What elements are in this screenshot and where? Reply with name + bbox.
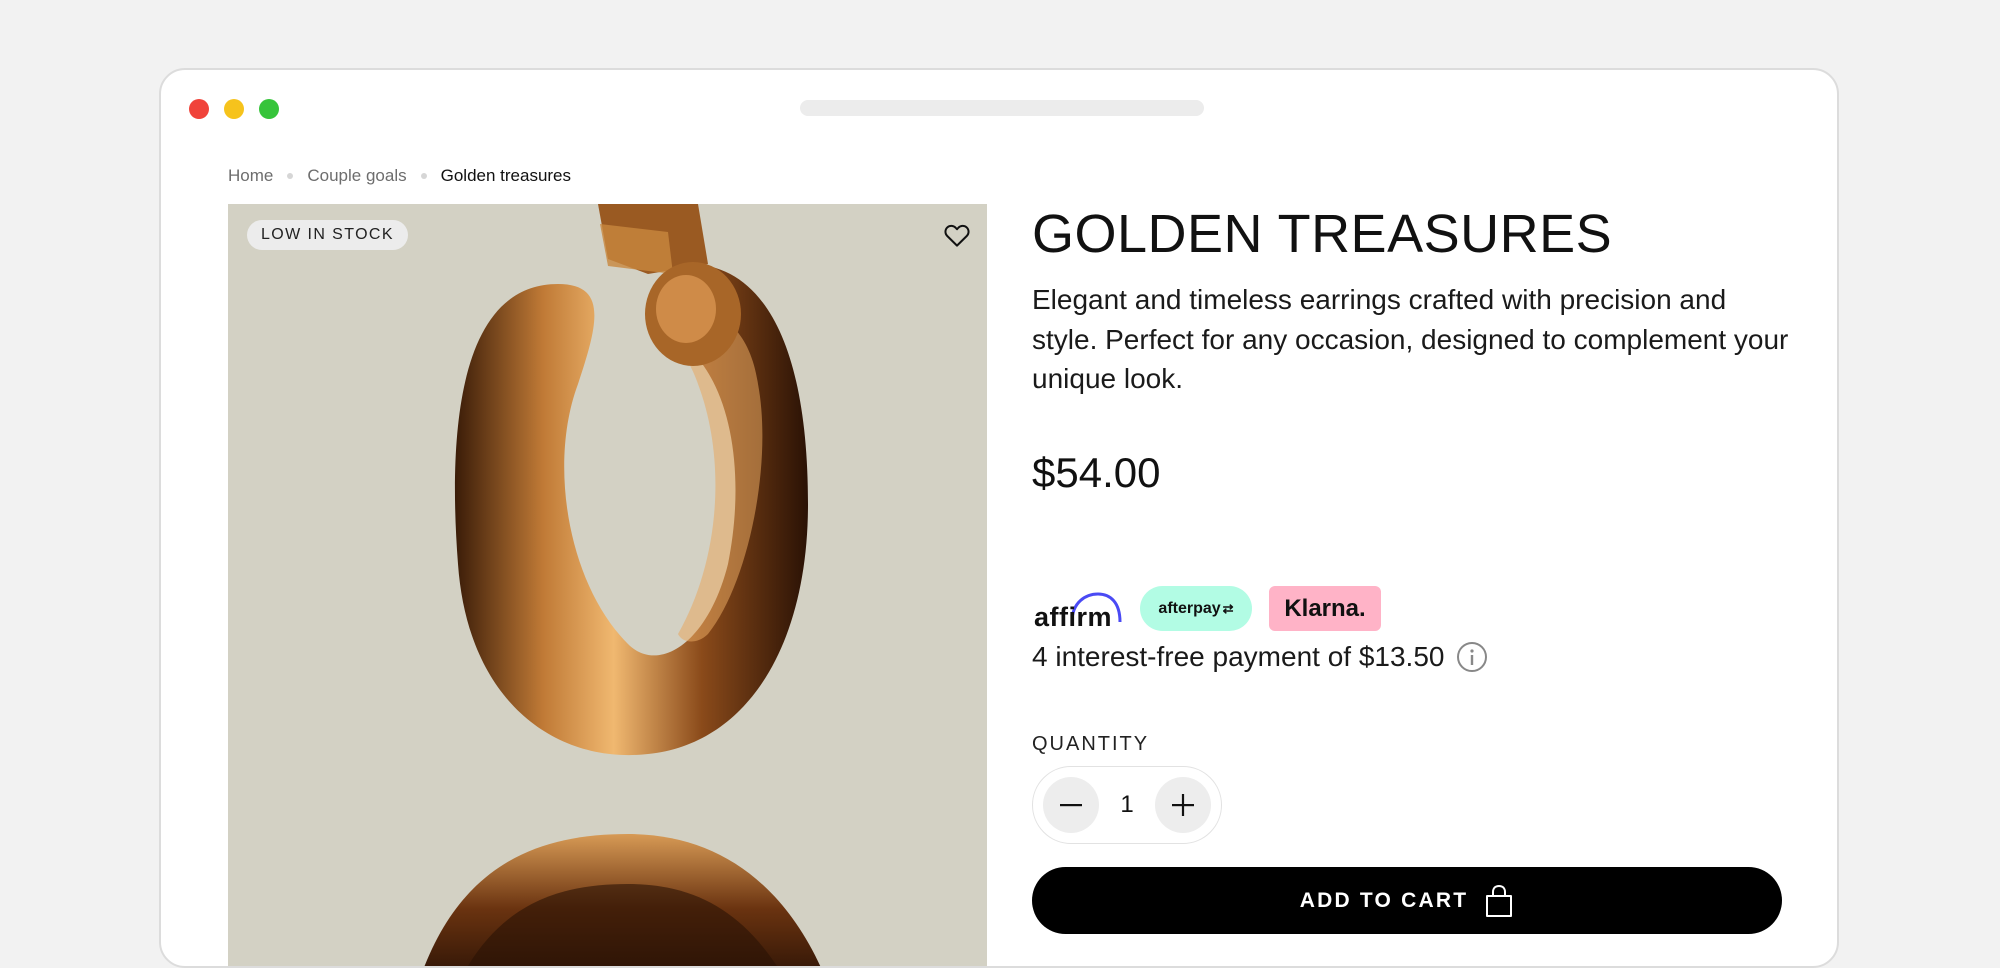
product-info: GOLDEN TREASURES Elegant and timeless ea… (1032, 200, 1792, 934)
payment-providers: affirm afterpay ⇄ Klarna. (1032, 586, 1381, 632)
quantity-label: QUANTITY (1032, 733, 1150, 755)
earring-image (424, 204, 821, 966)
breadcrumb-separator (420, 173, 427, 179)
stock-badge: LOW IN STOCK (247, 220, 408, 250)
product-price: $54.00 (1032, 448, 1161, 496)
heart-icon[interactable] (942, 220, 972, 250)
close-window-dot[interactable] (189, 99, 209, 119)
minus-icon (1060, 804, 1082, 807)
add-to-cart-button[interactable]: ADD TO CART (1032, 867, 1782, 934)
product-title: GOLDEN TREASURES (1032, 204, 1613, 264)
address-bar[interactable] (800, 100, 1204, 116)
quantity-value[interactable]: 1 (1120, 791, 1133, 819)
breadcrumb-separator (287, 173, 294, 179)
afterpay-arrows-icon: ⇄ (1222, 600, 1234, 616)
klarna-label: Klarna. (1284, 594, 1366, 622)
browser-window: Home Couple goals Golden treasures LOW I… (159, 68, 1839, 968)
minimize-window-dot[interactable] (224, 99, 244, 119)
breadcrumb-home[interactable]: Home (228, 166, 273, 186)
maximize-window-dot[interactable] (259, 99, 279, 119)
installment-info: 4 interest-free payment of $13.50 (1032, 641, 1488, 673)
installment-text: 4 interest-free payment of $13.50 (1032, 641, 1445, 672)
add-to-cart-label: ADD TO CART (1299, 888, 1469, 912)
info-icon[interactable] (1456, 641, 1488, 673)
afterpay-logo: afterpay ⇄ (1140, 586, 1252, 631)
affirm-logo: affirm (1032, 588, 1122, 632)
breadcrumb: Home Couple goals Golden treasures (228, 166, 571, 186)
shopping-bag-icon (1486, 884, 1513, 917)
plus-icon (1171, 794, 1194, 816)
afterpay-label: afterpay (1158, 599, 1221, 617)
product-description: Elegant and timeless earrings crafted wi… (1032, 284, 1789, 394)
breadcrumb-current: Golden treasures (440, 166, 572, 185)
decrease-quantity-button[interactable] (1043, 777, 1099, 833)
klarna-logo: Klarna. (1269, 586, 1381, 631)
increase-quantity-button[interactable] (1154, 777, 1211, 833)
product-image[interactable]: LOW IN STOCK (228, 204, 987, 966)
breadcrumb-couple-goals[interactable]: Couple goals (307, 166, 406, 186)
affirm-label: affirm (1034, 601, 1113, 632)
quantity-stepper: 1 (1032, 766, 1222, 844)
